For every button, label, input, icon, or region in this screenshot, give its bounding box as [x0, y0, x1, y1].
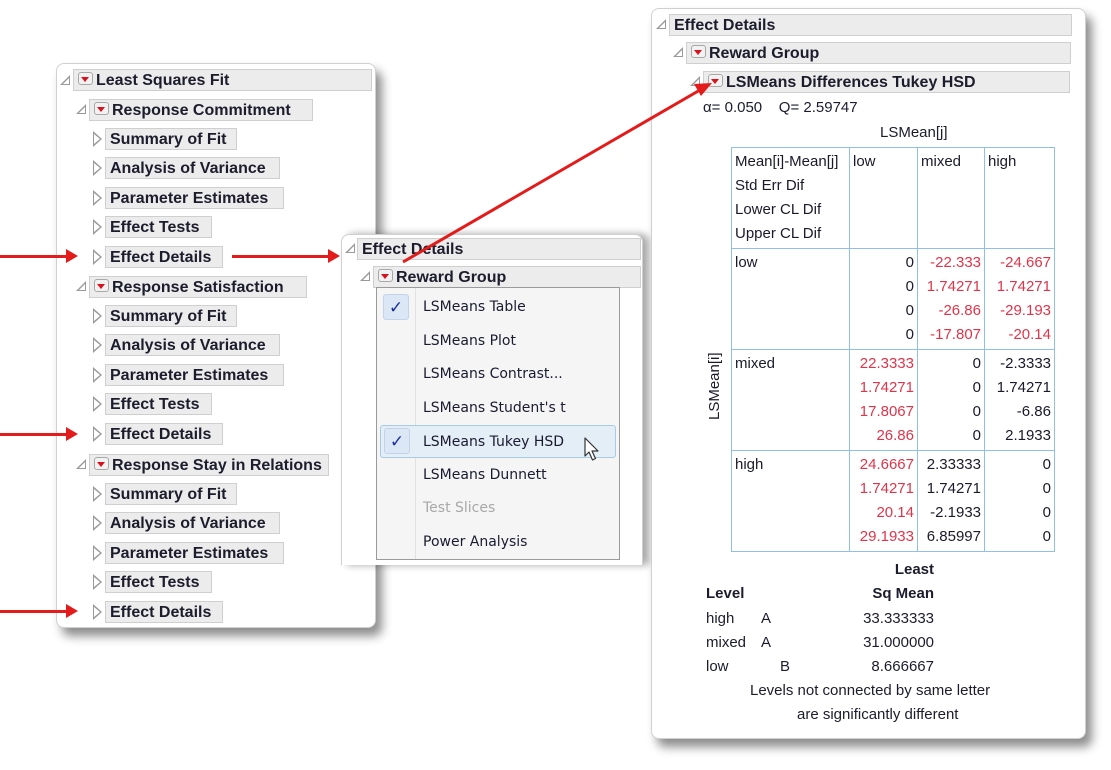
diagonal-annotation-arrow	[402, 83, 712, 264]
arrow-head-icon	[694, 83, 712, 96]
